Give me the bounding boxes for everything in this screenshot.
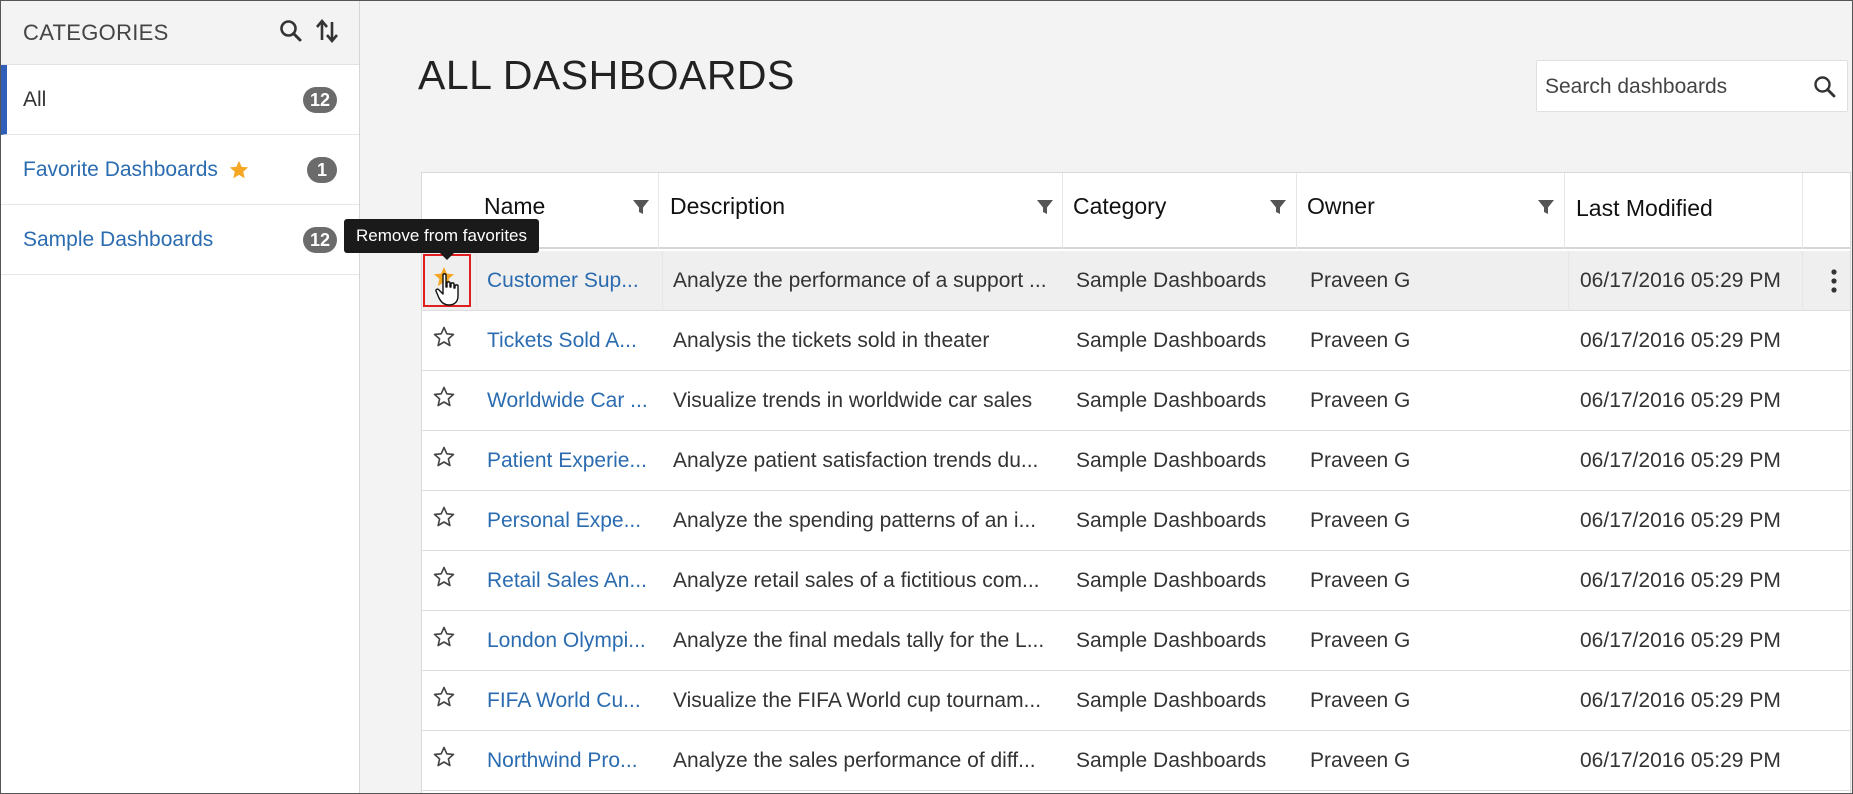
tooltip-arrow [440, 253, 454, 260]
table-row[interactable]: Northwind Pro... Analyze the sales perfo… [422, 731, 1850, 791]
page-title: ALL DASHBOARDS [418, 52, 795, 98]
table-row[interactable]: Worldwide Car ... Visualize trends in wo… [422, 371, 1850, 431]
count-badge: 12 [302, 226, 337, 253]
dashboards-table: Name Description Category Owner Last Mod… [421, 172, 1851, 794]
dashboard-owner: Praveen G [1310, 329, 1411, 352]
sidebar-item-label: All [23, 87, 47, 111]
count-badge: 1 [307, 156, 337, 183]
dashboard-owner: Praveen G [1310, 749, 1411, 772]
dashboard-category: Sample Dashboards [1076, 389, 1267, 412]
dashboard-name-link[interactable]: Northwind Pro... [487, 731, 657, 791]
dashboard-description: Analyze the sales performance of diff... [673, 749, 1036, 772]
star-icon[interactable] [432, 625, 456, 649]
dashboard-description: Analyze the performance of a support ... [673, 269, 1047, 292]
filter-icon[interactable] [1536, 197, 1556, 217]
dashboard-owner: Praveen G [1310, 569, 1411, 592]
sort-icon[interactable] [313, 17, 341, 45]
star-icon[interactable] [432, 505, 456, 529]
tooltip: Remove from favorites [344, 219, 539, 253]
search-icon[interactable] [277, 17, 305, 45]
table-row[interactable]: London Olympi... Analyze the final medal… [422, 611, 1850, 671]
dashboard-name-link[interactable]: Patient Experie... [487, 431, 657, 491]
table-row[interactable]: Tickets Sold A... Analysis the tickets s… [422, 311, 1850, 371]
dashboard-category: Sample Dashboards [1076, 449, 1267, 472]
column-header-name[interactable]: Name [484, 193, 545, 220]
dashboard-last-modified: 06/17/2016 05:29 PM [1580, 629, 1781, 652]
sidebar-item-favorite-dashboards[interactable]: Favorite Dashboards 1 [1, 135, 359, 205]
dashboard-description: Analysis the tickets sold in theater [673, 329, 990, 352]
filter-icon[interactable] [1035, 197, 1055, 217]
hand-cursor-icon [435, 273, 459, 306]
dashboard-category: Sample Dashboards [1076, 569, 1267, 592]
dashboard-last-modified: 06/17/2016 05:29 PM [1580, 329, 1781, 352]
dashboard-name-link[interactable]: London Olympi... [487, 611, 657, 671]
star-icon[interactable] [432, 385, 456, 409]
dashboard-description: Visualize the FIFA World cup tournam... [673, 689, 1042, 712]
table-row[interactable]: Retail Sales An... Analyze retail sales … [422, 551, 1850, 611]
sidebar-item-label: Favorite Dashboards [23, 157, 218, 181]
star-icon[interactable] [432, 565, 456, 589]
column-header-category[interactable]: Category [1073, 193, 1166, 220]
sidebar-item-all[interactable]: All 12 [1, 65, 359, 135]
dashboard-name-link[interactable]: Retail Sales An... [487, 551, 657, 611]
dashboard-last-modified: 06/17/2016 05:29 PM [1580, 449, 1781, 472]
dashboard-last-modified: 06/17/2016 05:29 PM [1580, 269, 1781, 292]
column-header-owner[interactable]: Owner [1307, 193, 1375, 220]
table-header: Name Description Category Owner Last Mod… [422, 173, 1850, 249]
dashboard-category: Sample Dashboards [1076, 629, 1267, 652]
count-badge: 12 [302, 86, 337, 113]
dashboard-owner: Praveen G [1310, 389, 1411, 412]
dashboard-owner: Praveen G [1310, 269, 1411, 292]
dashboard-description: Analyze the final medals tally for the L… [673, 629, 1045, 652]
dashboard-name-link[interactable]: Customer Sup... [487, 251, 657, 311]
star-icon[interactable] [432, 445, 456, 469]
dashboard-last-modified: 06/17/2016 05:29 PM [1580, 389, 1781, 412]
dashboard-name-link[interactable]: Personal Expe... [487, 491, 657, 551]
star-icon[interactable] [432, 685, 456, 709]
sidebar-title: CATEGORIES [23, 19, 169, 45]
dashboard-name-link[interactable]: Tickets Sold A... [487, 311, 657, 371]
dashboard-last-modified: 06/17/2016 05:29 PM [1580, 749, 1781, 772]
dashboard-category: Sample Dashboards [1076, 749, 1267, 772]
dashboard-last-modified: 06/17/2016 05:29 PM [1580, 689, 1781, 712]
search-input[interactable] [1545, 71, 1805, 103]
table-row[interactable]: Customer Sup... Analyze the performance … [422, 251, 1850, 311]
search-box [1536, 60, 1848, 112]
filter-icon[interactable] [1268, 197, 1288, 217]
filter-icon[interactable] [631, 197, 651, 217]
more-vertical-icon[interactable] [1822, 268, 1846, 294]
dashboard-description: Analyze the spending patterns of an i... [673, 509, 1037, 532]
column-header-last-modified[interactable]: Last Modified [1576, 195, 1713, 222]
dashboard-name-link[interactable]: Worldwide Car ... [487, 371, 657, 431]
dashboard-description: Analyze patient satisfaction trends du..… [673, 449, 1039, 472]
table-row[interactable]: Patient Experie... Analyze patient satis… [422, 431, 1850, 491]
dashboard-owner: Praveen G [1310, 629, 1411, 652]
star-icon[interactable] [432, 745, 456, 769]
dashboard-owner: Praveen G [1310, 449, 1411, 472]
dashboard-category: Sample Dashboards [1076, 329, 1267, 352]
dashboard-owner: Praveen G [1310, 509, 1411, 532]
dashboard-category: Sample Dashboards [1076, 269, 1267, 292]
dashboard-owner: Praveen G [1310, 689, 1411, 712]
dashboard-category: Sample Dashboards [1076, 689, 1267, 712]
table-row[interactable]: FIFA World Cu... Visualize the FIFA Worl… [422, 671, 1850, 731]
sidebar-item-label: Sample Dashboards [23, 227, 214, 251]
dashboard-description: Analyze retail sales of a fictitious com… [673, 569, 1040, 592]
table-row[interactable]: Personal Expe... Analyze the spending pa… [422, 491, 1850, 551]
dashboard-name-link[interactable]: FIFA World Cu... [487, 671, 657, 731]
dashboard-last-modified: 06/17/2016 05:29 PM [1580, 569, 1781, 592]
sidebar-header: CATEGORIES [1, 1, 359, 65]
search-icon[interactable] [1811, 73, 1839, 101]
star-icon [229, 160, 249, 178]
sidebar-item-sample-dashboards[interactable]: Sample Dashboards 12 [1, 205, 359, 275]
dashboard-description: Visualize trends in worldwide car sales [673, 389, 1033, 412]
dashboard-category: Sample Dashboards [1076, 509, 1267, 532]
star-icon[interactable] [432, 325, 456, 349]
dashboard-last-modified: 06/17/2016 05:29 PM [1580, 509, 1781, 532]
column-header-description[interactable]: Description [670, 193, 785, 220]
categories-sidebar: CATEGORIES All 12 Favorite Dashboards 1 … [1, 1, 360, 793]
